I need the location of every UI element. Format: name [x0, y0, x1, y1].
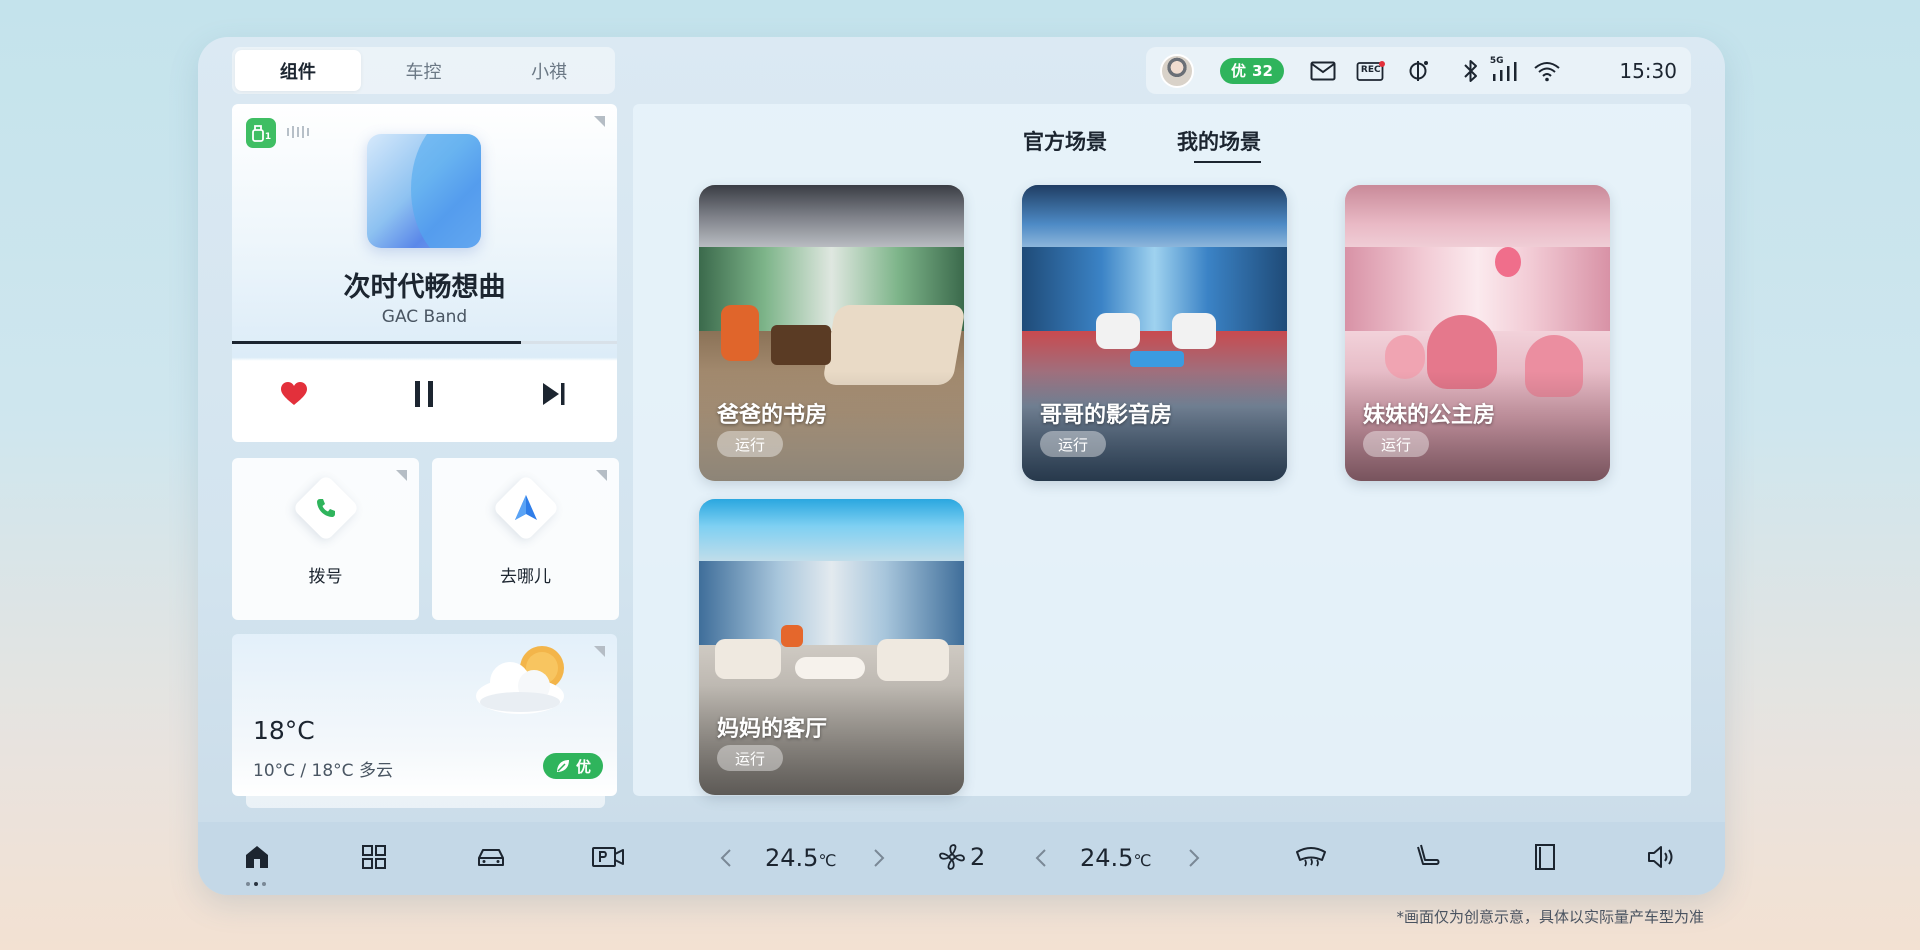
phone-icon: [310, 492, 342, 524]
scene-tabs: 官方场景 我的场景: [1023, 126, 1261, 163]
song-artist: GAC Band: [381, 307, 468, 327]
disclaimer-text: *画面仅为创意示意，具体以实际量产车型为准: [1396, 908, 1704, 926]
tab-widgets[interactable]: 组件: [235, 50, 361, 91]
temp-right-decrease-chevron-left-icon[interactable]: [1028, 844, 1054, 872]
navigation-arrow-icon: [510, 492, 542, 524]
scene-title: 爸爸的书房: [717, 403, 828, 428]
music-app-icon[interactable]: 1: [246, 118, 276, 148]
driver-temperature-value: 24.5: [765, 844, 819, 872]
fan-icon: [939, 844, 965, 870]
main-tabs: 组件 车控 小祺: [232, 47, 615, 94]
passenger-temperature-unit: ℃: [1133, 851, 1152, 870]
mail-icon[interactable]: [1308, 56, 1338, 86]
dial-widget[interactable]: 拨号: [232, 458, 419, 620]
door-icon[interactable]: [1528, 840, 1562, 874]
navigation-widget[interactable]: 去哪儿: [432, 458, 619, 620]
current-temperature: 18°C: [253, 716, 315, 745]
temp-left-increase-chevron-right-icon[interactable]: [866, 844, 892, 872]
tab-car-control[interactable]: 车控: [361, 50, 487, 91]
next-track-button[interactable]: [536, 376, 572, 412]
widget-corner-icon: [396, 470, 407, 481]
clock: 15:30: [1619, 58, 1677, 83]
album-cover[interactable]: [367, 134, 481, 248]
fan-level: 2: [970, 843, 986, 871]
infotainment-screen: 组件 车控 小祺 优 32 REC 5G 15:30 1 次时代畅想曲 GAC …: [198, 37, 1725, 895]
member-badge-label: 优: [1231, 62, 1247, 80]
scene-card-dad-study[interactable]: 爸爸的书房 运行: [699, 185, 964, 481]
scene-title: 哥哥的影音房: [1040, 403, 1173, 428]
music-widget[interactable]: 1 次时代畅想曲 GAC Band: [232, 104, 617, 442]
cellular-signal-icon: 5G: [1488, 56, 1522, 86]
tab-assistant[interactable]: 小祺: [486, 50, 612, 91]
bottom-dock: 24.5℃ 2 24.5℃: [198, 822, 1725, 895]
temperature-range: 10°C / 18°C 多云: [253, 761, 393, 781]
status-bar: 优 32 REC 5G 15:30: [1146, 47, 1691, 94]
temp-left-decrease-chevron-left-icon[interactable]: [713, 844, 739, 872]
scene-card-mom-living-room[interactable]: 妈妈的客厅 运行: [699, 499, 964, 795]
favorite-heart-icon[interactable]: [276, 376, 312, 412]
defrost-icon[interactable]: [1294, 840, 1328, 874]
scene-run-button[interactable]: 运行: [717, 431, 783, 457]
pause-button[interactable]: [406, 376, 442, 412]
navigation-label: 去哪儿: [500, 567, 551, 587]
partly-cloudy-icon: [460, 640, 580, 720]
widget-stack-edge: [246, 794, 605, 808]
tab-my-scenes[interactable]: 我的场景: [1177, 126, 1261, 163]
bluetooth-icon[interactable]: [1456, 56, 1486, 86]
air-quality-badge[interactable]: 优: [542, 753, 603, 779]
scene-run-button[interactable]: 运行: [1040, 431, 1106, 457]
home-icon[interactable]: [240, 840, 274, 874]
driver-temperature-unit: ℃: [818, 851, 837, 870]
car-icon[interactable]: [474, 840, 508, 874]
scene-title: 妈妈的客厅: [717, 717, 828, 742]
recording-label: REC: [1360, 64, 1381, 75]
temp-right-increase-chevron-right-icon[interactable]: [1181, 844, 1207, 872]
scene-card-sister-princess-room[interactable]: 妹妹的公主房 运行: [1345, 185, 1610, 481]
song-title: 次时代畅想曲: [343, 272, 506, 303]
seat-icon[interactable]: [1411, 840, 1445, 874]
weather-widget[interactable]: 18°C 10°C / 18°C 多云 优: [232, 634, 617, 796]
playback-progress-fill: [232, 341, 521, 344]
member-badge-value: 32: [1252, 61, 1273, 80]
leaf-icon: [556, 760, 569, 772]
recording-icon[interactable]: REC: [1356, 56, 1386, 86]
widget-corner-icon: [594, 116, 605, 127]
music-app-badge-number: 1: [264, 132, 272, 142]
scene-title: 妹妹的公主房: [1363, 403, 1496, 428]
voice-assistant-icon[interactable]: [1404, 56, 1434, 86]
passenger-temperature-value: 24.5: [1080, 844, 1134, 872]
widget-corner-icon: [596, 470, 607, 481]
widget-corner-icon: [594, 646, 605, 657]
dial-label: 拨号: [308, 567, 343, 587]
tab-official-scenes[interactable]: 官方场景: [1023, 126, 1107, 156]
network-type-label: 5G: [1489, 55, 1504, 66]
page-indicator: [246, 882, 266, 886]
driver-temperature: 24.5℃: [765, 844, 836, 872]
fan-control[interactable]: 2: [938, 840, 1008, 874]
member-badge[interactable]: 优 32: [1220, 57, 1284, 84]
scene-run-button[interactable]: 运行: [717, 745, 783, 771]
parking-camera-icon[interactable]: [591, 840, 625, 874]
avatar[interactable]: [1160, 53, 1194, 88]
passenger-temperature: 24.5℃: [1080, 844, 1151, 872]
scene-run-button[interactable]: 运行: [1363, 431, 1429, 457]
playback-progress[interactable]: [232, 341, 617, 344]
scene-card-brother-cinema[interactable]: 哥哥的影音房 运行: [1022, 185, 1287, 481]
scene-panel: 官方场景 我的场景 爸爸的书房 运行 哥哥的影音房 运行 妹妹的公主房 运行 妈…: [633, 104, 1691, 796]
equalizer-icon: [287, 126, 309, 138]
wifi-icon[interactable]: [1532, 56, 1562, 86]
air-quality-label: 优: [575, 757, 591, 776]
apps-grid-icon[interactable]: [357, 840, 391, 874]
volume-icon[interactable]: [1645, 840, 1679, 874]
